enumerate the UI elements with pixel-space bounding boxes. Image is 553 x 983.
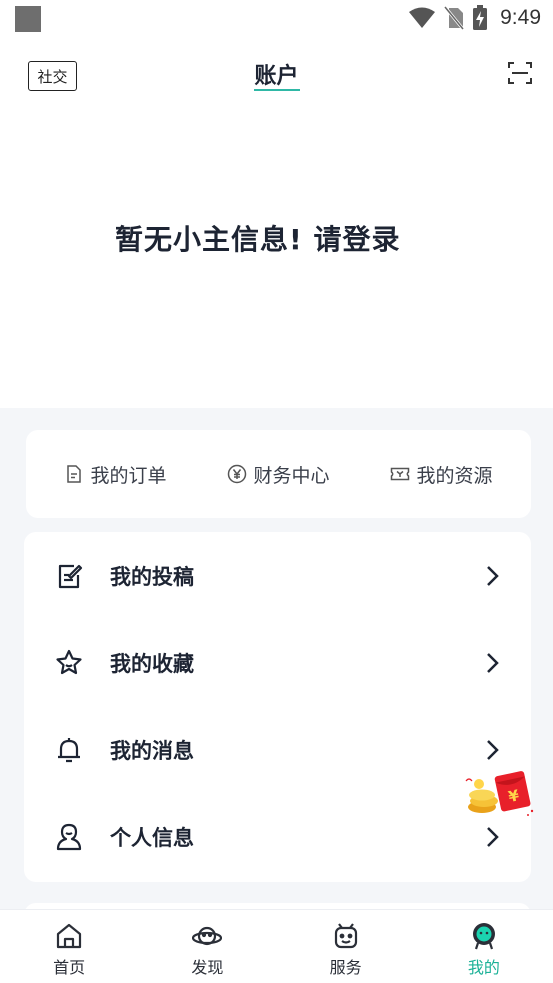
status-bar: 9:49: [0, 0, 553, 36]
person-icon: [56, 823, 82, 850]
wifi-icon: [409, 7, 436, 28]
quick-link-resources[interactable]: 我的资源: [390, 461, 493, 488]
title-underline: [254, 89, 300, 91]
menu-item-submissions[interactable]: 我的投稿: [24, 532, 531, 619]
quick-link-orders[interactable]: 我的订单: [64, 461, 167, 488]
menu-label: 个人信息: [110, 825, 194, 850]
tab-label: 首页: [53, 958, 86, 977]
quick-link-label: 财务中心: [253, 464, 330, 487]
menu-label: 我的消息: [110, 738, 194, 763]
chevron-right-icon: [487, 652, 499, 673]
scan-icon[interactable]: [508, 61, 532, 85]
bell-icon: [58, 737, 80, 762]
star-icon: [56, 649, 82, 674]
quick-links-card: 我的订单 财务中心 我的资源: [26, 430, 531, 518]
bottom-tab-bar: 首页 发现 服务 我的: [0, 909, 553, 983]
quick-link-label: 我的订单: [90, 464, 167, 487]
menu-item-messages[interactable]: 我的消息: [24, 706, 531, 793]
tab-label: 发现: [191, 958, 224, 977]
notification-icon: [15, 6, 41, 32]
tab-home[interactable]: 首页: [0, 910, 138, 983]
quick-link-finance[interactable]: 财务中心: [227, 461, 330, 488]
login-prompt-area[interactable]: 暂无小主信息! 请登录: [0, 116, 553, 408]
menu-label: 我的投稿: [110, 564, 194, 589]
no-sim-icon: [444, 6, 465, 30]
battery-charging-icon: [473, 5, 488, 30]
menu-card: 我的投稿 我的收藏 我的消息 个人信息: [24, 532, 531, 882]
page-title: 账户: [254, 64, 299, 89]
edit-document-icon: [58, 564, 83, 588]
menu-label: 我的收藏: [110, 651, 194, 676]
red-envelope-promo-icon[interactable]: ¥: [462, 765, 536, 823]
menu-item-personal-info[interactable]: 个人信息: [24, 793, 531, 880]
tab-label: 我的: [467, 958, 500, 977]
chevron-right-icon: [487, 565, 499, 586]
planet-icon: [192, 926, 223, 946]
app-header: 社交 账户: [0, 36, 553, 116]
menu-item-favorites[interactable]: 我的收藏: [24, 619, 531, 706]
tab-label: 服务: [329, 958, 362, 977]
profile-face-icon: [472, 923, 495, 950]
login-prompt-text[interactable]: 暂无小主信息! 请登录: [115, 218, 401, 258]
tab-discover[interactable]: 发现: [138, 910, 276, 983]
quick-link-label: 我的资源: [416, 464, 493, 487]
chevron-right-icon: [487, 739, 499, 760]
chevron-right-icon: [487, 826, 499, 847]
status-icons: 9:49: [408, 5, 541, 31]
status-time: 9:49: [500, 6, 541, 29]
tab-services[interactable]: 服务: [277, 910, 415, 983]
robot-icon: [334, 923, 357, 949]
home-icon: [57, 923, 82, 949]
document-icon: [67, 465, 82, 483]
ticket-icon: [391, 467, 410, 481]
tab-mine[interactable]: 我的: [415, 910, 553, 983]
yen-coin-icon: [228, 464, 247, 484]
